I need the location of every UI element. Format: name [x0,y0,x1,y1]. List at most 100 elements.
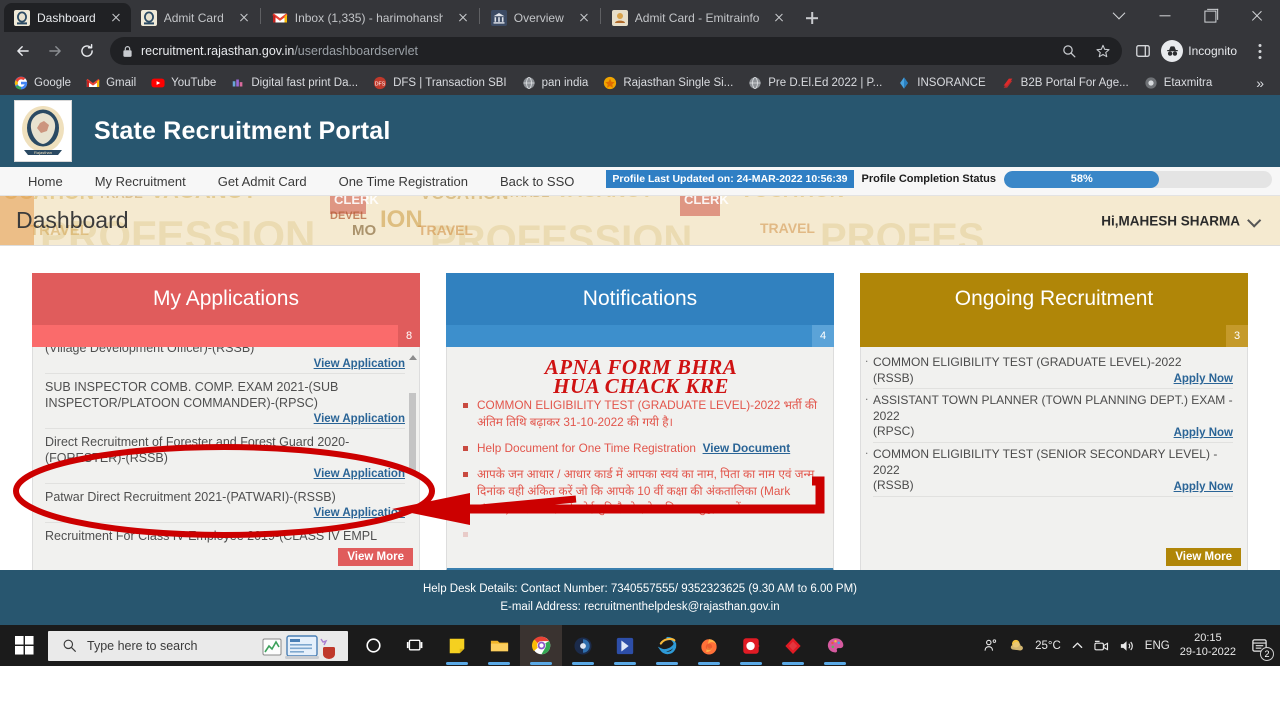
main-navigation: Home My Recruitment Get Admit Card One T… [0,167,1280,196]
incognito-profile-button[interactable]: Incognito [1158,38,1246,64]
photoshop-icon[interactable] [562,625,604,666]
start-button[interactable] [0,625,48,666]
camera-icon[interactable] [1094,639,1109,653]
view-application-link[interactable]: View Application [45,468,405,480]
list-item-partial[interactable] [463,526,819,543]
nav-item-one-time-registration[interactable]: One Time Registration [323,174,484,189]
list-item-forester[interactable]: Direct Recruitment of Forester and Fores… [45,429,405,484]
reload-icon[interactable] [72,36,102,66]
list-item[interactable]: COMMON ELIGIBILITY TEST (GRADUATE LEVEL)… [463,397,819,431]
nav-item-home[interactable]: Home [12,174,79,189]
scroll-up-arrow-icon[interactable] [409,355,417,360]
list-item[interactable]: COMMON ELIGIBILITY TEST (GRADUATE LEVEL)… [865,351,1233,390]
task-view-icon[interactable] [394,625,436,666]
chrome-icon[interactable] [520,625,562,666]
view-application-link[interactable]: View Application [45,413,405,425]
view-application-link[interactable]: View Application [45,358,405,370]
applications-scrollbar[interactable] [409,355,417,555]
banner-decor-word: TRADE [508,196,549,200]
search-input[interactable]: Type here to search [48,630,348,661]
people-icon[interactable] [982,637,999,654]
user-menu[interactable]: Hi,MAHESH SHARMA [1101,213,1262,228]
apply-now-link[interactable]: Apply Now [873,481,1233,493]
side-panel-icon[interactable] [1130,38,1156,64]
nav-item-back-to-sso[interactable]: Back to SSO [484,174,590,189]
close-icon[interactable] [770,9,788,27]
avast-icon[interactable] [772,625,814,666]
apply-now-link[interactable]: Apply Now [873,373,1233,385]
volume-icon[interactable] [1119,639,1135,653]
bookmarks-overflow-icon[interactable]: » [1248,75,1272,91]
browser-menu-icon[interactable] [1248,38,1272,64]
firefox-icon[interactable] [688,625,730,666]
close-icon[interactable] [575,9,593,27]
bookmark-google[interactable]: Google [8,74,77,92]
window-close-icon[interactable] [1234,0,1280,32]
clock[interactable]: 20:15 29-10-2022 [1180,632,1236,660]
cortana-icon[interactable] [352,625,394,666]
minimize-icon[interactable] [1142,0,1188,32]
bookmark-insorance[interactable]: INSORANCE [891,74,991,92]
card-body-notifications: APNA FORM BHRA HUA CHACK KRE COMMON ELIG… [446,347,834,573]
opera-gx-icon[interactable] [730,625,772,666]
nav-item-my-recruitment[interactable]: My Recruitment [79,174,202,189]
notification-center-icon[interactable]: 2 [1246,631,1274,661]
list-item[interactable]: Patwar Direct Recruitment 2021-(PATWARI)… [45,484,405,523]
back-icon[interactable] [8,36,38,66]
close-icon[interactable] [454,9,472,27]
browser-tab-inbox[interactable]: Inbox (1,335) - harimohansha [262,3,478,32]
internet-explorer-icon[interactable] [646,625,688,666]
search-icon[interactable] [1056,38,1082,64]
card-body-my-applications: (Village Development Officer)-(RSSB) Vie… [32,347,420,573]
list-item[interactable]: आपके जन आधार / आधार कार्ड में आपका स्वयं… [463,466,819,517]
new-tab-button[interactable] [798,4,826,32]
bookmark-pre-deled-2022[interactable]: Pre D.El.Ed 2022 | P... [742,74,888,92]
maximize-icon[interactable] [1188,0,1234,32]
bookmark-pan-india[interactable]: pan india [516,74,595,92]
view-application-link[interactable]: View Application [45,507,405,519]
list-item[interactable]: ASSISTANT TOWN PLANNER (TOWN PLANNING DE… [865,389,1233,443]
address-bar[interactable]: recruitment.rajasthan.gov.in/userdashboa… [110,37,1123,65]
forward-icon[interactable] [40,36,70,66]
weather-widget[interactable]: 25°C [1009,637,1061,654]
close-icon[interactable] [107,9,125,27]
list-item[interactable]: Help Document for One Time Registration … [463,440,819,457]
list-item[interactable]: Recruitment For Class IV Employee 2019-(… [45,523,405,547]
banner-decor-word: ION [380,206,423,233]
close-icon[interactable] [235,9,253,27]
lightroom-icon[interactable] [604,625,646,666]
browser-tab-admit-card[interactable]: Admit Card [131,3,259,32]
bookmark-label: Pre D.El.Ed 2022 | P... [768,76,883,89]
nav-item-get-admit-card[interactable]: Get Admit Card [202,174,323,189]
bookmark-youtube[interactable]: YouTube [145,74,222,92]
bookmark-b2b-portal[interactable]: B2B Portal For Age... [995,74,1135,92]
list-item[interactable]: SUB INSPECTOR COMB. COMP. EXAM 2021-(SUB… [45,374,405,429]
tab-search-chevron-icon[interactable] [1096,0,1142,32]
sticky-notes-icon[interactable] [436,625,478,666]
notification-text: Help Document for One Time Registration [477,440,696,455]
tab-separator [478,8,480,24]
paint-icon[interactable] [814,625,856,666]
show-hidden-icons-icon[interactable] [1071,639,1084,652]
svg-text:DFS: DFS [375,81,386,87]
bookmark-rajasthan-single-signon[interactable]: Rajasthan Single Si... [597,74,739,92]
view-more-recruitment-button[interactable]: View More [1166,548,1241,566]
browser-tab-overview[interactable]: Overview [481,3,599,32]
language-indicator[interactable]: ENG [1145,640,1170,652]
file-explorer-icon[interactable] [478,625,520,666]
scrollbar-thumb[interactable] [409,393,416,471]
bookmark-etaxmitra[interactable]: Etaxmitra [1138,74,1219,92]
bookmark-dfs-transaction-sbi[interactable]: DFS DFS | Transaction SBI [367,74,513,92]
list-item[interactable]: COMMON ELIGIBILITY TEST (SENIOR SECONDAR… [865,443,1233,497]
bookmark-gmail[interactable]: Gmail [80,74,142,92]
bookmark-digital-fast-print[interactable]: Digital fast print Da... [225,74,364,92]
view-more-applications-button[interactable]: View More [338,548,413,566]
view-document-link[interactable]: View Document [703,441,791,455]
browser-tab-dashboard[interactable]: Dashboard [4,3,131,32]
bookmark-star-icon[interactable] [1090,38,1116,64]
annotation-text-line2: HUA CHACK KRE [553,373,729,398]
apply-now-link[interactable]: Apply Now [873,427,1233,439]
list-item[interactable]: (Village Development Officer)-(RSSB) Vie… [45,347,405,374]
browser-toolbar: recruitment.rajasthan.gov.in/userdashboa… [0,32,1280,70]
browser-tab-emitrainfo[interactable]: Admit Card - Emitrainfo [602,3,795,32]
